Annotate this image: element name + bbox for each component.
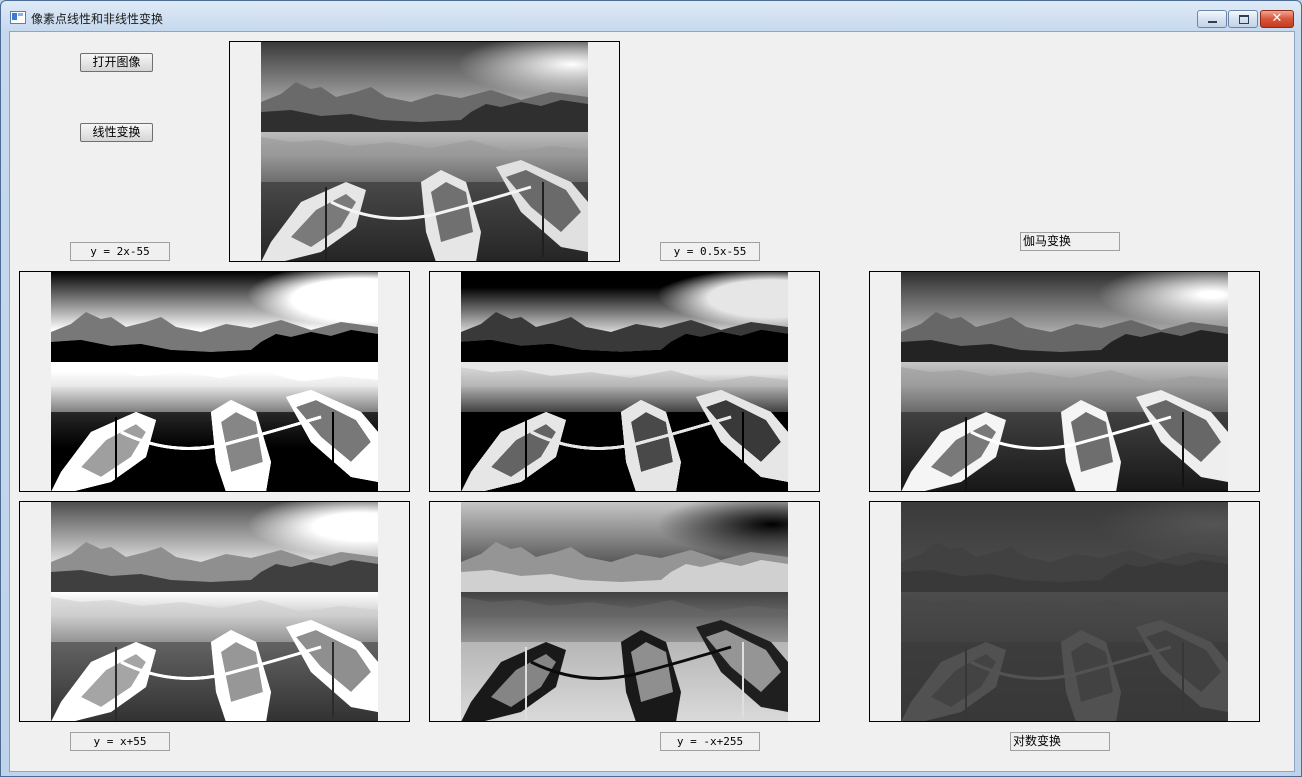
- label-y-2x-55: y = 2x-55: [70, 242, 170, 261]
- image-y-05x-55: [461, 272, 788, 492]
- minimize-button[interactable]: [1197, 10, 1227, 28]
- title-bar[interactable]: 像素点线性和非线性变换 ✕: [1, 1, 1301, 31]
- image-gamma: [901, 272, 1228, 492]
- open-image-button[interactable]: 打开图像: [80, 53, 153, 72]
- app-icon: [10, 11, 26, 24]
- image-view-gamma: [869, 271, 1260, 492]
- minimize-icon: [1198, 11, 1226, 27]
- original-image-view: [229, 41, 620, 262]
- image-view-y-neg-x-255: [429, 501, 820, 722]
- label-y-05x-55: y = 0.5x-55: [660, 242, 760, 261]
- original-image: [261, 42, 588, 262]
- label-log: 对数变换: [1010, 732, 1110, 751]
- close-icon: ✕: [1271, 11, 1283, 26]
- app-window: 像素点线性和非线性变换 ✕ 打开图像 线性变换 y = 2x-55 y = 0.…: [0, 0, 1302, 777]
- image-view-y-2x-55: [19, 271, 410, 492]
- image-log: [901, 502, 1228, 722]
- image-y-2x-55: [51, 272, 378, 492]
- close-button[interactable]: ✕: [1260, 10, 1294, 28]
- maximize-icon: [1229, 11, 1257, 27]
- linear-transform-button[interactable]: 线性变换: [80, 123, 153, 142]
- image-view-y-x-55: [19, 501, 410, 722]
- maximize-button[interactable]: [1228, 10, 1258, 28]
- label-y-x-55: y = x+55: [70, 732, 170, 751]
- image-y-x-55: [51, 502, 378, 722]
- label-y-neg-x-255: y = -x+255: [660, 732, 760, 751]
- client-area: 打开图像 线性变换 y = 2x-55 y = 0.5x-55 伽马变换 y =: [9, 31, 1295, 772]
- label-gamma: 伽马变换: [1020, 232, 1120, 251]
- image-y-neg-x-255: [461, 502, 788, 722]
- image-view-y-05x-55: [429, 271, 820, 492]
- window-title: 像素点线性和非线性变换: [31, 12, 164, 26]
- image-view-log: [869, 501, 1260, 722]
